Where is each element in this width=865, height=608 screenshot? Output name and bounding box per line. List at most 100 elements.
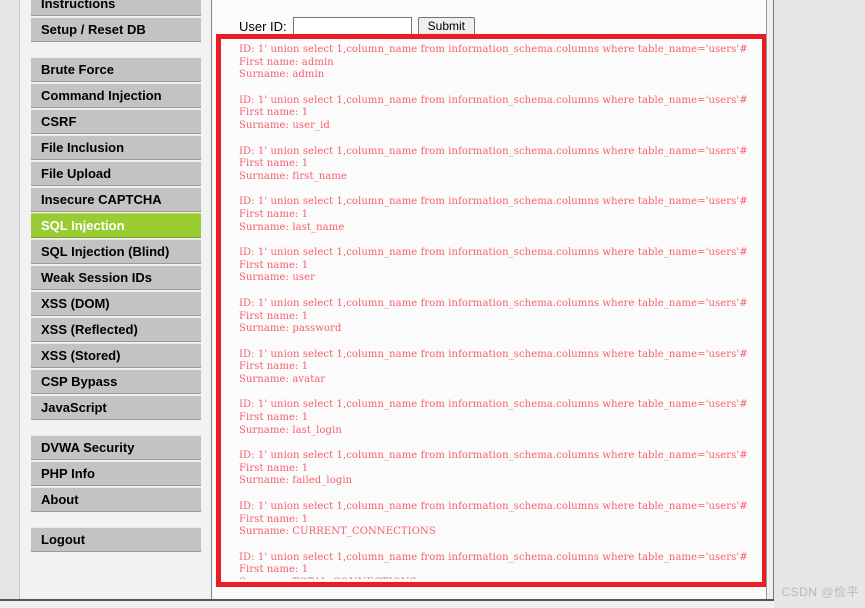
sidebar-divider (21, 421, 211, 435)
sidebar-item-php-info[interactable]: PHP Info (31, 461, 201, 486)
result-id-line: ID: 1' union select 1,column_name from i… (239, 94, 748, 106)
result-first-name-line: First name: 1 (239, 513, 309, 525)
sidebar-item-label[interactable]: XSS (Reflected) (31, 317, 201, 342)
result-surname-line: Surname: last_name (239, 221, 345, 233)
result-first-name-line: First name: admin (239, 56, 334, 68)
sidebar-item-label[interactable]: JavaScript (31, 395, 201, 420)
sidebar-item-label[interactable]: Logout (31, 527, 201, 552)
sidebar-item-command-injection[interactable]: Command Injection (31, 83, 201, 108)
result-id-line: ID: 1' union select 1,column_name from i… (239, 348, 748, 360)
user-id-label: User ID: (239, 18, 287, 34)
sidebar-divider (21, 43, 211, 57)
result-surname-line: Surname: admin (239, 69, 325, 81)
result-surname-line: Surname: password (239, 323, 342, 335)
sidebar-item-label[interactable]: File Upload (31, 161, 201, 186)
result-surname-line: Surname: failed_login (239, 475, 353, 487)
result-id-line: ID: 1' union select 1,column_name from i… (239, 247, 748, 259)
sidebar-item-weak-session-ids[interactable]: Weak Session IDs (31, 265, 201, 290)
result-id-line: ID: 1' union select 1,column_name from i… (239, 450, 748, 462)
result-first-name-line: First name: 1 (239, 208, 309, 220)
user-id-input[interactable] (292, 16, 412, 36)
submit-button[interactable]: Submit (417, 16, 476, 36)
window-bottom-strip (0, 599, 774, 608)
sidebar-item-label[interactable]: Weak Session IDs (31, 265, 201, 290)
result-first-name-line: First name: 1 (239, 107, 309, 119)
sidebar-item-file-inclusion[interactable]: File Inclusion (31, 135, 201, 160)
browser-canvas: Instructions Setup / Reset DB Brute Force… (0, 0, 774, 599)
sidebar-item-dvwa-security[interactable]: DVWA Security (31, 435, 201, 460)
result-id-line: ID: 1' union select 1,column_name from i… (239, 399, 748, 411)
result-block: ID: 1' union select 1,column_name from i… (239, 552, 759, 579)
content-right-filler (767, 0, 773, 599)
result-block: ID: 1' union select 1,column_name from i… (239, 146, 759, 184)
sidebar-item-brute-force[interactable]: Brute Force (31, 57, 201, 82)
result-surname-line: Surname: TOTAL_CONNECTIONS (239, 577, 759, 579)
sidebar-item-csp-bypass[interactable]: CSP Bypass (31, 369, 201, 394)
result-block: ID: 1' union select 1,column_name from i… (239, 450, 759, 488)
sidebar-item-csrf[interactable]: CSRF (31, 109, 201, 134)
sidebar-item-about[interactable]: About (31, 487, 201, 512)
result-id-line: ID: 1' union select 1,column_name from i… (239, 501, 748, 513)
sidebar-item-label[interactable]: XSS (Stored) (31, 343, 201, 368)
result-id-line: ID: 1' union select 1,column_name from i… (239, 44, 748, 55)
result-first-name-line: First name: 1 (239, 361, 309, 373)
sidebar-item-label[interactable]: CSRF (31, 109, 201, 134)
result-surname-line: Surname: CURRENT_CONNECTIONS (239, 526, 436, 538)
result-id-line: ID: 1' union select 1,column_name from i… (239, 145, 748, 157)
left-gutter (0, 0, 20, 599)
sidebar-group-setup: Instructions Setup / Reset DB (21, 0, 211, 42)
sidebar-item-label[interactable]: Setup / Reset DB (31, 17, 201, 42)
sidebar-item-file-upload[interactable]: File Upload (31, 161, 201, 186)
sidebar-item-label[interactable]: Command Injection (31, 83, 201, 108)
result-block: ID: 1' union select 1,column_name from i… (239, 501, 759, 539)
sidebar-item-label[interactable]: Brute Force (31, 57, 201, 82)
sidebar-item-javascript[interactable]: JavaScript (31, 395, 201, 420)
page-root: Instructions Setup / Reset DB Brute Force… (0, 0, 865, 608)
result-surname-line: Surname: user (239, 272, 315, 284)
sidebar-item-xss-stored[interactable]: XSS (Stored) (31, 343, 201, 368)
result-id-line: ID: 1' union select 1,column_name from i… (239, 551, 748, 563)
sidebar-item-instructions[interactable]: Instructions (31, 0, 201, 16)
sidebar-item-label[interactable]: PHP Info (31, 461, 201, 486)
sidebar-item-xss-reflected[interactable]: XSS (Reflected) (31, 317, 201, 342)
result-surname-line: Surname: user_id (239, 119, 330, 131)
result-block: ID: 1' union select 1,column_name from i… (239, 196, 759, 234)
sidebar-item-insecure-captcha[interactable]: Insecure CAPTCHA (31, 187, 201, 212)
sidebar-item-label[interactable]: Instructions (31, 0, 201, 16)
result-surname-line: Surname: avatar (239, 373, 326, 385)
sidebar-item-sql-injection[interactable]: SQL Injection (31, 213, 201, 238)
result-block: ID: 1' union select 1,column_name from i… (239, 95, 759, 133)
sql-injection-form: User ID: Submit (239, 15, 476, 37)
query-results-panel: ID: 1' union select 1,column_name from i… (239, 44, 759, 579)
sidebar-item-logout[interactable]: Logout (31, 527, 201, 552)
sidebar-group-session: Logout (21, 527, 211, 552)
sidebar-item-label[interactable]: DVWA Security (31, 435, 201, 460)
result-first-name-line: First name: 1 (239, 462, 309, 474)
result-surname-line: Surname: last_login (239, 424, 342, 436)
result-block: ID: 1' union select 1,column_name from i… (239, 349, 759, 387)
sidebar-item-label[interactable]: XSS (DOM) (31, 291, 201, 316)
result-first-name-line: First name: 1 (239, 310, 309, 322)
sidebar-item-label[interactable]: File Inclusion (31, 135, 201, 160)
sidebar-item-label[interactable]: About (31, 487, 201, 512)
result-first-name-line: First name: 1 (239, 412, 309, 424)
sidebar-divider (21, 513, 211, 527)
result-block: ID: 1' union select 1,column_name from i… (239, 247, 759, 285)
result-id-line: ID: 1' union select 1,column_name from i… (239, 196, 748, 208)
sidebar-item-sql-injection-blind[interactable]: SQL Injection (Blind) (31, 239, 201, 264)
sidebar-item-label[interactable]: CSP Bypass (31, 369, 201, 394)
sidebar-item-xss-dom[interactable]: XSS (DOM) (31, 291, 201, 316)
sidebar-item-label[interactable]: SQL Injection (31, 213, 201, 238)
sidebar-item-label[interactable]: SQL Injection (Blind) (31, 239, 201, 264)
result-first-name-line: First name: 1 (239, 259, 309, 271)
result-surname-line: Surname: first_name (239, 170, 347, 182)
result-first-name-line: First name: 1 (239, 564, 309, 576)
result-block: ID: 1' union select 1,column_name from i… (239, 44, 759, 82)
result-id-line: ID: 1' union select 1,column_name from i… (239, 297, 748, 309)
sidebar-item-label[interactable]: Insecure CAPTCHA (31, 187, 201, 212)
result-block: ID: 1' union select 1,column_name from i… (239, 399, 759, 437)
sidebar-group-info: DVWA Security PHP Info About (21, 435, 211, 512)
result-first-name-line: First name: 1 (239, 158, 309, 170)
sidebar-item-setup-reset-db[interactable]: Setup / Reset DB (31, 17, 201, 42)
main-content: User ID: Submit ID: 1' union select 1,co… (213, 0, 773, 599)
